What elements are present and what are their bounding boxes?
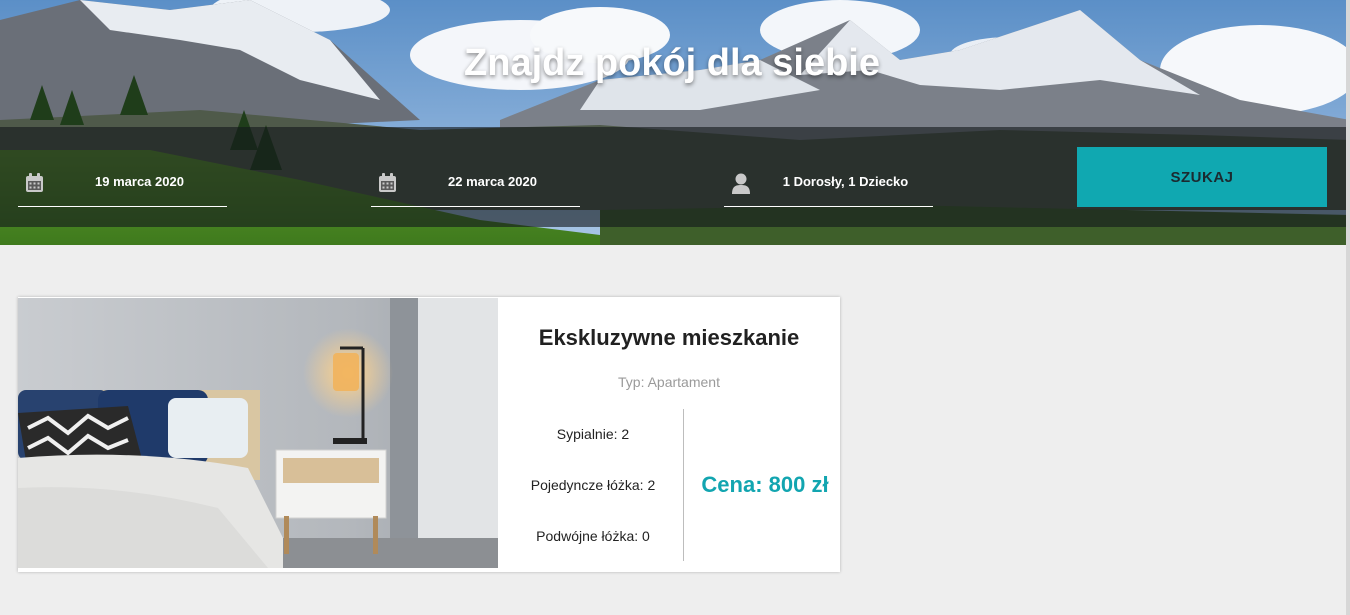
bedroom-photo bbox=[18, 298, 498, 568]
divider bbox=[683, 409, 684, 561]
listing-price: Cena: 800 zł bbox=[701, 472, 829, 497]
bedrooms-count: Sypialnie: 2 bbox=[556, 426, 630, 442]
check-in-date-field[interactable]: 19 marca 2020 bbox=[18, 160, 227, 207]
listing-title[interactable]: Ekskluzywne mieszkanie bbox=[498, 325, 840, 351]
listing-card[interactable]: Ekskluzywne mieszkanie Typ: Apartament S… bbox=[18, 297, 840, 572]
calendar-icon bbox=[25, 173, 44, 198]
calendar-icon bbox=[378, 173, 397, 198]
double-beds-count: Podwójne łóżka: 0 bbox=[536, 528, 650, 544]
single-beds-count: Pojedyncze łóżka: 2 bbox=[530, 477, 656, 493]
listing-type: Typ: Apartament bbox=[618, 374, 720, 390]
guests-field[interactable]: 1 Dorosły, 1 Dziecko bbox=[724, 160, 933, 207]
check-out-date-value: 22 marca 2020 bbox=[448, 174, 537, 189]
check-out-date-field[interactable]: 22 marca 2020 bbox=[371, 160, 580, 207]
guests-value: 1 Dorosły, 1 Dziecko bbox=[782, 174, 909, 189]
scrollbar[interactable] bbox=[1346, 0, 1350, 615]
search-button[interactable]: SZUKAJ bbox=[1077, 147, 1327, 207]
person-icon bbox=[732, 173, 750, 199]
hero-banner: Znajdz pokój dla siebie bbox=[0, 0, 1350, 245]
check-in-date-value: 19 marca 2020 bbox=[95, 174, 184, 189]
hero-title: Znajdz pokój dla siebie bbox=[464, 42, 880, 84]
